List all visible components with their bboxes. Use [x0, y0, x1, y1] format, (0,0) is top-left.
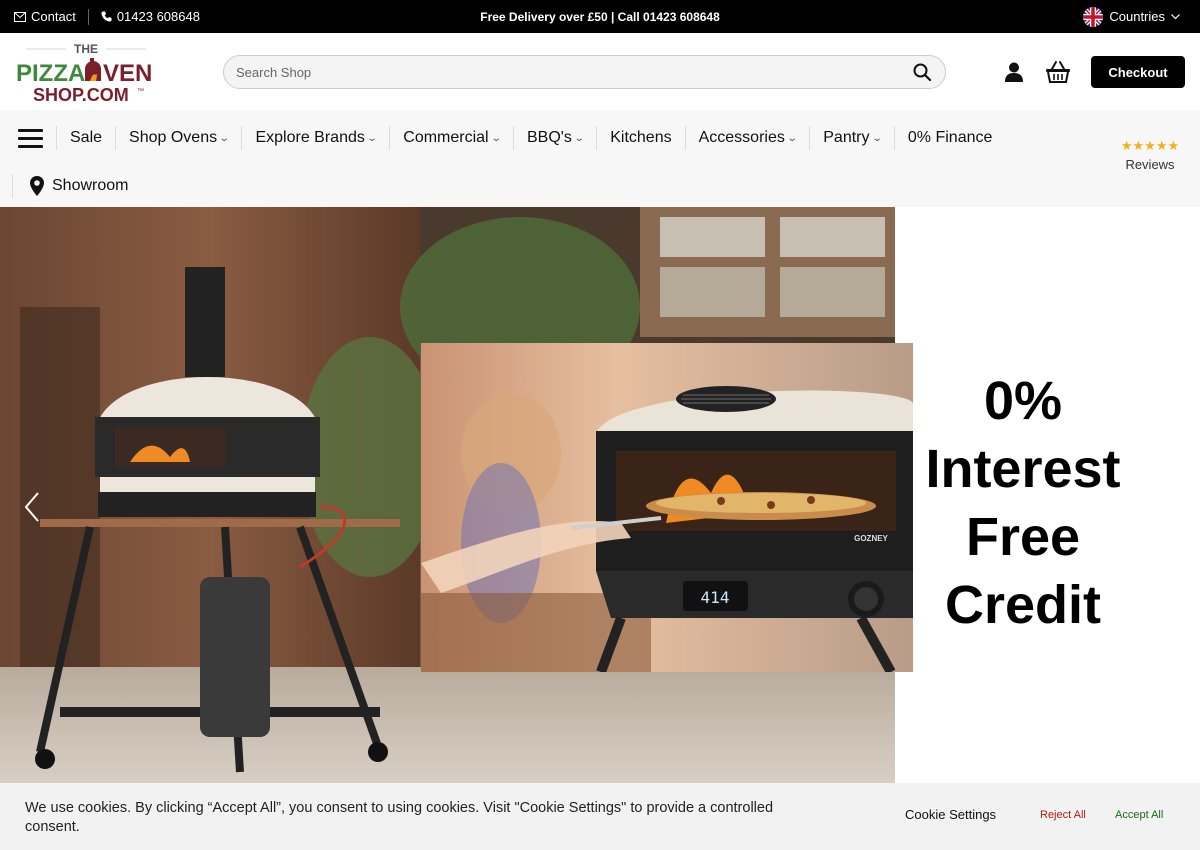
basket-icon [1046, 61, 1070, 83]
logo-shop: SHOP.COM [33, 85, 129, 103]
divider [87, 8, 89, 25]
hero-product-image: GOZNEY 414 [421, 343, 913, 672]
nav-item-label: 0% Finance [907, 129, 993, 146]
showroom-label: Showroom [52, 177, 129, 194]
logo-the: THE [74, 42, 98, 56]
chevron-down-icon: ⌄ [871, 132, 883, 144]
site-logo[interactable]: THE PIZZA VEN SHOP.COM ™ [16, 41, 156, 105]
nav-item-label: Kitchens [610, 129, 672, 146]
reviews-label: Reviews [1125, 157, 1175, 172]
chevron-down-icon [1171, 13, 1180, 19]
cookie-settings-button[interactable]: Cookie Settings [905, 807, 996, 822]
nav-item-shop-ovens[interactable]: Shop Ovens ⌄ [115, 126, 241, 150]
nav-item-pantry[interactable]: Pantry ⌄ [809, 126, 894, 150]
nav-item-label: Pantry [823, 129, 870, 146]
nav-item-sale[interactable]: Sale [56, 126, 115, 150]
map-pin-icon [30, 176, 44, 196]
oven-brand-label: GOZNEY [854, 534, 888, 543]
user-icon [1005, 62, 1023, 82]
menu-icon[interactable] [18, 129, 43, 149]
chevron-down-icon: ⌄ [490, 132, 502, 144]
uk-flag-icon [1083, 6, 1104, 27]
top-bar-left: Contact 01423 608648 [14, 0, 200, 33]
phone-link[interactable]: 01423 608648 [101, 9, 200, 24]
main-nav: Sale Shop Ovens ⌄ Explore Brands ⌄ Comme… [0, 110, 1200, 207]
nav-item-accessories[interactable]: Accessories ⌄ [684, 126, 810, 150]
account-button[interactable] [1003, 61, 1025, 83]
top-bar: Contact 01423 608648 Free Delivery over … [0, 0, 1200, 33]
contact-label: Contact [31, 9, 76, 24]
nav-item-commercial[interactable]: Commercial ⌄ [389, 126, 513, 150]
site-header: THE PIZZA VEN SHOP.COM ™ Checkout [0, 33, 1200, 110]
nav-item-label: Accessories [698, 129, 785, 146]
nav-item-bbqs[interactable]: BBQ's ⌄ [513, 126, 596, 150]
nav-item-label: Shop Ovens [129, 129, 218, 146]
basket-button[interactable] [1045, 60, 1071, 84]
chevron-down-icon: ⌄ [573, 132, 585, 144]
chevron-left-icon [24, 492, 39, 522]
nav-items: Sale Shop Ovens ⌄ Explore Brands ⌄ Comme… [56, 126, 1005, 150]
phone-label: 01423 608648 [116, 9, 200, 24]
logo-pizza: PIZZA [16, 60, 85, 87]
reviews-widget[interactable]: ★★★★★ Reviews [1112, 138, 1188, 172]
chevron-down-icon: ⌄ [218, 132, 230, 144]
nav-item-kitchens[interactable]: Kitchens [596, 126, 684, 150]
nav-item-label: Sale [70, 129, 103, 146]
nav-item-label: Commercial [403, 129, 489, 146]
nav-item-explore-brands[interactable]: Explore Brands ⌄ [241, 126, 389, 150]
countries-label: Countries [1109, 9, 1165, 24]
logo-tm: ™ [137, 88, 144, 95]
hero-banner[interactable]: GOZNEY 414 0% Interest Free Credit [0, 207, 1200, 783]
hero-headline-line: 0% [983, 371, 1063, 431]
chevron-down-icon: ⌄ [786, 132, 798, 144]
search-input[interactable] [236, 64, 911, 80]
cookie-banner: We use cookies. By clicking “Accept All”… [0, 783, 1200, 850]
hero-headline: 0% Interest Free Credit [913, 367, 1133, 639]
carousel-prev-button[interactable] [20, 489, 42, 525]
reject-all-button[interactable]: Reject All [1040, 809, 1086, 821]
hero-headline-line: Credit [944, 575, 1101, 635]
nav-item-showroom[interactable]: Showroom [12, 174, 128, 198]
chevron-down-icon: ⌄ [366, 132, 378, 144]
envelope-icon [14, 11, 26, 22]
countries-selector[interactable]: Countries [1083, 0, 1180, 33]
nav-item-label: BBQ's [527, 129, 572, 146]
nav-item-label: Explore Brands [255, 129, 365, 146]
search-button[interactable] [911, 61, 933, 83]
phone-icon [101, 11, 112, 22]
hero-headline-line: Free [965, 507, 1081, 567]
nav-item-finance[interactable]: 0% Finance [893, 126, 1006, 150]
logo-ven: VEN [103, 60, 152, 87]
promo-text: Free Delivery over £50 | Call 01423 6086… [480, 9, 720, 24]
checkout-button[interactable]: Checkout [1091, 56, 1185, 88]
search-icon [913, 63, 931, 81]
cookie-message: We use cookies. By clicking “Accept All”… [25, 800, 774, 835]
accept-all-button[interactable]: Accept All [1115, 809, 1163, 821]
search-bar [223, 55, 946, 89]
hero-headline-line: Interest [925, 439, 1121, 499]
contact-link[interactable]: Contact [14, 9, 76, 24]
star-rating-icon: ★★★★★ [1120, 138, 1180, 153]
oven-display-temp: 414 [701, 588, 730, 607]
